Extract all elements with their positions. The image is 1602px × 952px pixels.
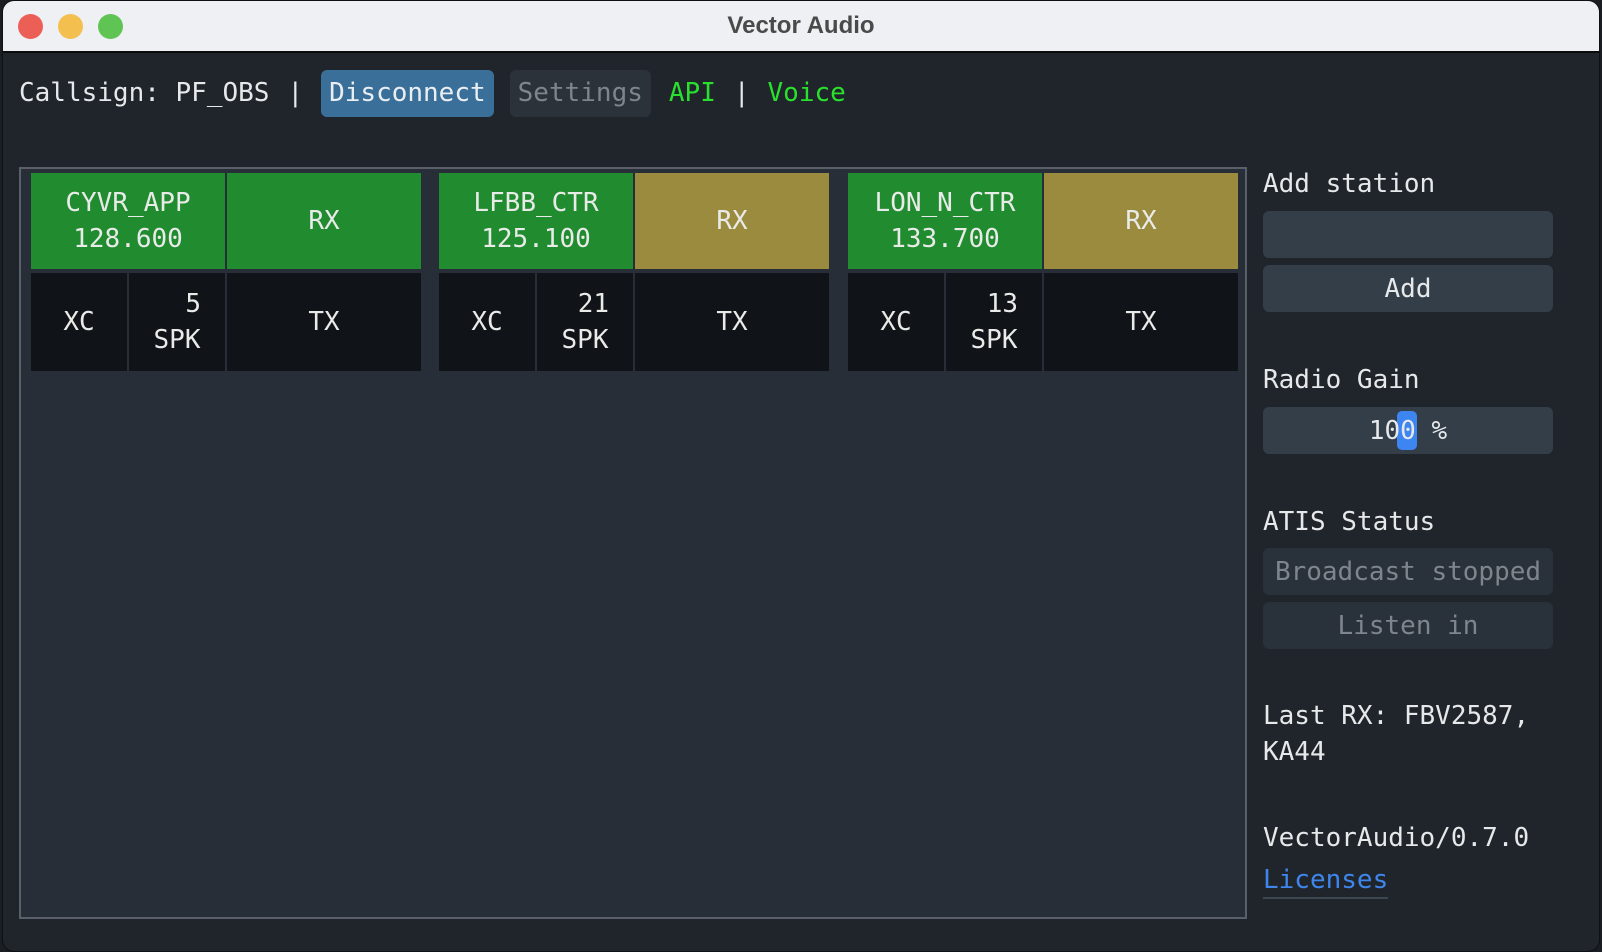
voice-status: Voice: [767, 78, 846, 108]
add-station-label: Add station: [1263, 169, 1436, 199]
atis-listen-button[interactable]: Listen in: [1263, 602, 1553, 649]
speaker-label: SPK: [970, 325, 1018, 355]
radio-gain-slider[interactable]: 100 %: [1263, 407, 1553, 454]
speaker-count: 13: [986, 289, 1018, 319]
app-window: Vector Audio Callsign: PF_OBS | Disconne…: [2, 0, 1600, 952]
top-toolbar: Callsign: PF_OBS | Disconnect Settings A…: [19, 69, 846, 117]
tx-toggle[interactable]: TX: [227, 273, 421, 371]
speaker-count: 5: [185, 289, 201, 319]
api-status: API: [668, 78, 716, 108]
station-callsign: LON_N_CTR: [874, 188, 1016, 218]
radio-gain-label: Radio Gain: [1263, 365, 1420, 395]
station-frequency: 125.100: [481, 224, 591, 254]
rx-toggle[interactable]: RX: [1044, 173, 1238, 269]
stations-panel: CYVR_APP 128.600 RX XC 5 SPK TX LFBB_CTR…: [19, 167, 1247, 919]
version-label: VectorAudio/0.7.0: [1263, 823, 1530, 853]
station-card: LFBB_CTR 125.100 RX XC 21 SPK TX: [439, 173, 829, 371]
separator: |: [733, 78, 750, 108]
tx-toggle[interactable]: TX: [1044, 273, 1238, 371]
add-station-input[interactable]: [1263, 211, 1553, 258]
station-card: CYVR_APP 128.600 RX XC 5 SPK TX: [31, 173, 421, 371]
separator: |: [287, 78, 304, 108]
station-frequency: 128.600: [73, 224, 183, 254]
speaker-label: SPK: [561, 325, 609, 355]
station-name-button[interactable]: CYVR_APP 128.600: [31, 173, 225, 269]
callsign-label: Callsign: PF_OBS: [19, 78, 270, 108]
speaker-toggle[interactable]: 5 SPK: [129, 273, 225, 371]
xc-toggle[interactable]: XC: [31, 273, 127, 371]
disconnect-button[interactable]: Disconnect: [321, 69, 494, 117]
station-name-button[interactable]: LON_N_CTR 133.700: [848, 173, 1042, 269]
speaker-toggle[interactable]: 13 SPK: [946, 273, 1042, 371]
rx-toggle[interactable]: RX: [227, 173, 421, 269]
station-name-button[interactable]: LFBB_CTR 125.100: [439, 173, 633, 269]
rx-toggle[interactable]: RX: [635, 173, 829, 269]
station-card: LON_N_CTR 133.700 RX XC 13 SPK TX: [848, 173, 1238, 371]
xc-toggle[interactable]: XC: [848, 273, 944, 371]
radio-gain-value: 100 %: [1368, 415, 1448, 446]
speaker-toggle[interactable]: 21 SPK: [537, 273, 633, 371]
xc-toggle[interactable]: XC: [439, 273, 535, 371]
station-callsign: LFBB_CTR: [473, 188, 599, 218]
title-bar: Vector Audio: [3, 1, 1599, 53]
speaker-label: SPK: [153, 325, 201, 355]
atis-status-label: ATIS Status: [1263, 507, 1436, 537]
tx-toggle[interactable]: TX: [635, 273, 829, 371]
station-callsign: CYVR_APP: [65, 188, 191, 218]
last-rx-line1: Last RX: FBV2587,: [1263, 701, 1530, 731]
add-station-button[interactable]: Add: [1263, 265, 1553, 312]
atis-broadcast-status: Broadcast stopped: [1263, 548, 1553, 595]
window-title: Vector Audio: [727, 12, 875, 39]
station-frequency: 133.700: [890, 224, 1000, 254]
settings-button[interactable]: Settings: [509, 69, 651, 117]
licenses-link[interactable]: Licenses: [1263, 865, 1389, 899]
last-rx-line2: KA44: [1263, 737, 1326, 767]
speaker-count: 21: [577, 289, 609, 319]
